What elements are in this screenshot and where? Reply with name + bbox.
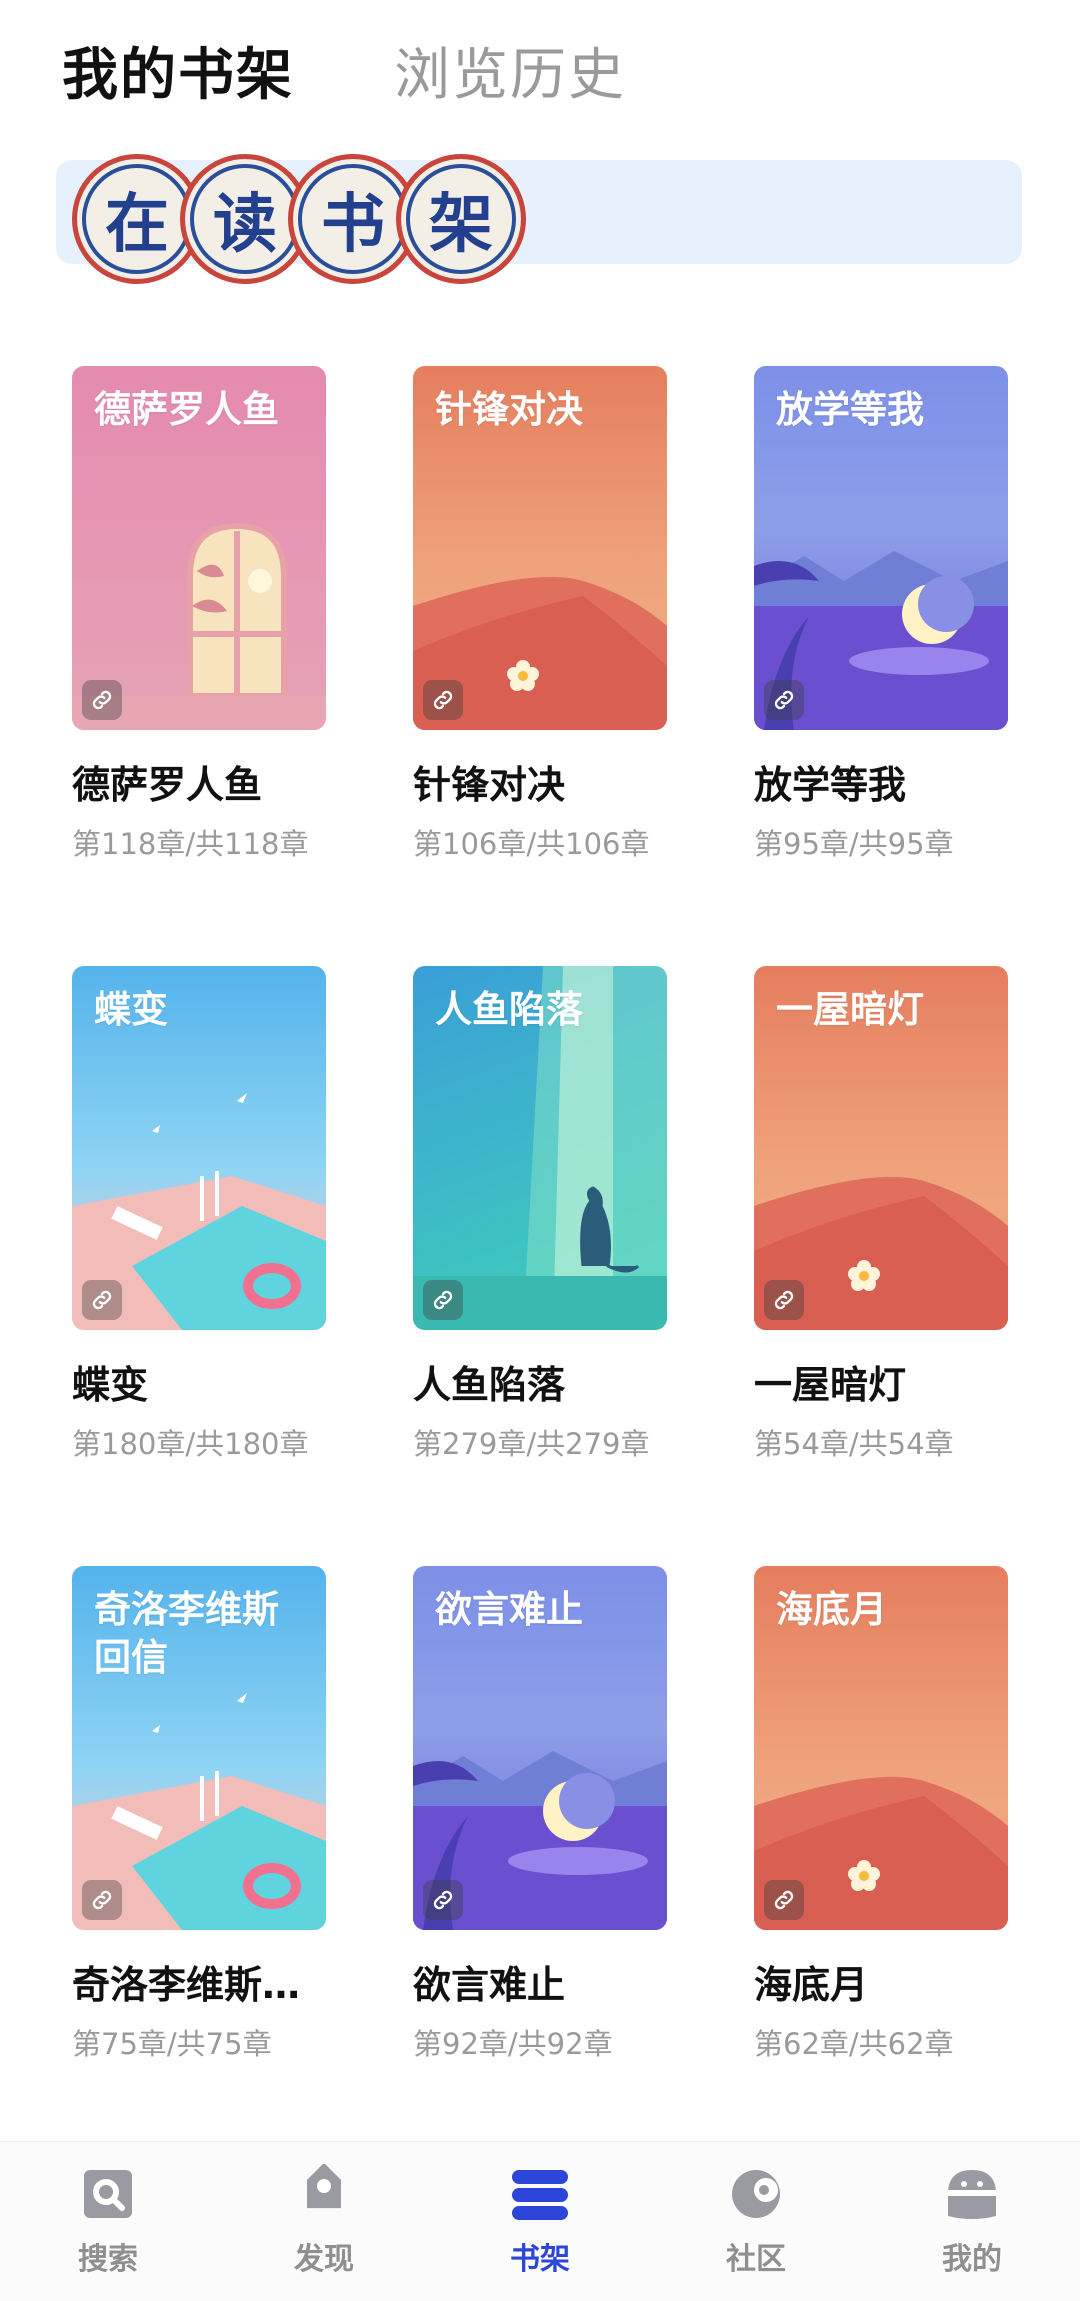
link-icon	[423, 680, 463, 720]
bottom-nav: 搜索 发现 书架 社区 我的	[0, 2141, 1080, 2301]
tab-browse-history[interactable]: 浏览历史	[394, 30, 626, 111]
tag-icon	[292, 2162, 356, 2226]
book-cover[interactable]: 欲言难止	[413, 1566, 667, 1930]
book-progress: 第180章/共180章	[72, 1427, 309, 1461]
link-icon	[82, 1280, 122, 1320]
book-cover[interactable]: 人鱼陷落	[413, 966, 667, 1330]
link-icon	[764, 680, 804, 720]
book-title: 针锋对决	[413, 763, 566, 807]
book-title: 一屋暗灯	[754, 1363, 907, 1407]
profile-icon	[940, 2162, 1004, 2226]
cover-title: 欲言难止	[435, 1588, 583, 1631]
book-title: 海底月	[754, 1963, 869, 2007]
nav-label: 发现	[294, 2242, 354, 2277]
nav-profile[interactable]: 我的	[897, 2162, 1047, 2278]
link-icon	[82, 1880, 122, 1920]
book-progress: 第62章/共62章	[754, 2027, 954, 2061]
nav-label: 搜索	[78, 2242, 138, 2277]
seal-char: 架	[396, 154, 526, 284]
link-icon	[764, 1880, 804, 1920]
book-title: 蝶变	[72, 1363, 149, 1407]
book-card[interactable]: 欲言难止 欲言难止 第92章/共92章	[413, 1566, 667, 2063]
community-icon	[724, 2162, 788, 2226]
book-progress: 第95章/共95章	[754, 827, 954, 861]
book-progress: 第75章/共75章	[72, 2027, 272, 2061]
book-title: 欲言难止	[413, 1963, 566, 2007]
link-icon	[82, 680, 122, 720]
shelf-header: 我的书架 浏览历史	[62, 30, 626, 111]
book-progress: 第54章/共54章	[754, 1427, 954, 1461]
reading-shelf-seal-title: 在 读 书 架	[72, 154, 526, 284]
book-card[interactable]: 奇洛李维斯回信 奇洛李维斯… 第75章/共75章	[72, 1566, 326, 2063]
book-cover[interactable]: 海底月	[754, 1566, 1008, 1930]
book-card[interactable]: 蝶变 蝶变 第180章/共180章	[72, 966, 326, 1463]
book-title: 奇洛李维斯…	[72, 1963, 301, 2007]
nav-community[interactable]: 社区	[681, 2162, 831, 2278]
cover-title: 奇洛李维斯回信	[94, 1588, 279, 1679]
book-progress: 第92章/共92章	[413, 2027, 613, 2061]
bookshelf-icon	[508, 2162, 572, 2226]
nav-label: 书架	[510, 2242, 570, 2277]
link-icon	[423, 1880, 463, 1920]
nav-label: 社区	[726, 2242, 786, 2277]
nav-discover[interactable]: 发现	[249, 2162, 399, 2278]
book-card[interactable]: 一屋暗灯 一屋暗灯 第54章/共54章	[754, 966, 1008, 1463]
cover-title: 蝶变	[94, 988, 168, 1031]
book-card[interactable]: 针锋对决 针锋对决 第106章/共106章	[413, 366, 667, 863]
book-progress: 第106章/共106章	[413, 827, 650, 861]
book-cover[interactable]: 放学等我	[754, 366, 1008, 730]
book-title: 德萨罗人鱼	[72, 763, 263, 807]
book-progress: 第279章/共279章	[413, 1427, 650, 1461]
book-card[interactable]: 海底月 海底月 第62章/共62章	[754, 1566, 1008, 2063]
cover-title: 德萨罗人鱼	[94, 388, 279, 431]
search-icon	[76, 2162, 140, 2226]
link-icon	[423, 1280, 463, 1320]
cover-title: 人鱼陷落	[435, 988, 583, 1031]
book-card[interactable]: 人鱼陷落 人鱼陷落 第279章/共279章	[413, 966, 667, 1463]
nav-search[interactable]: 搜索	[33, 2162, 183, 2278]
cover-title: 海底月	[776, 1588, 887, 1631]
cover-title: 放学等我	[776, 388, 924, 431]
cover-title: 针锋对决	[435, 388, 583, 431]
book-card[interactable]: 德萨罗人鱼 德萨罗人鱼 第118章/共118章	[72, 366, 326, 863]
book-cover[interactable]: 奇洛李维斯回信	[72, 1566, 326, 1930]
cover-title: 一屋暗灯	[776, 988, 924, 1031]
link-icon	[764, 1280, 804, 1320]
book-cover[interactable]: 德萨罗人鱼	[72, 366, 326, 730]
book-title: 放学等我	[754, 763, 907, 807]
book-progress: 第118章/共118章	[72, 827, 309, 861]
nav-bookshelf[interactable]: 书架	[465, 2162, 615, 2278]
tab-my-bookshelf[interactable]: 我的书架	[62, 30, 294, 111]
book-card[interactable]: 放学等我 放学等我 第95章/共95章	[754, 366, 1008, 863]
book-cover[interactable]: 一屋暗灯	[754, 966, 1008, 1330]
nav-label: 我的	[942, 2242, 1002, 2277]
book-cover[interactable]: 针锋对决	[413, 366, 667, 730]
book-cover[interactable]: 蝶变	[72, 966, 326, 1330]
book-title: 人鱼陷落	[413, 1363, 566, 1407]
